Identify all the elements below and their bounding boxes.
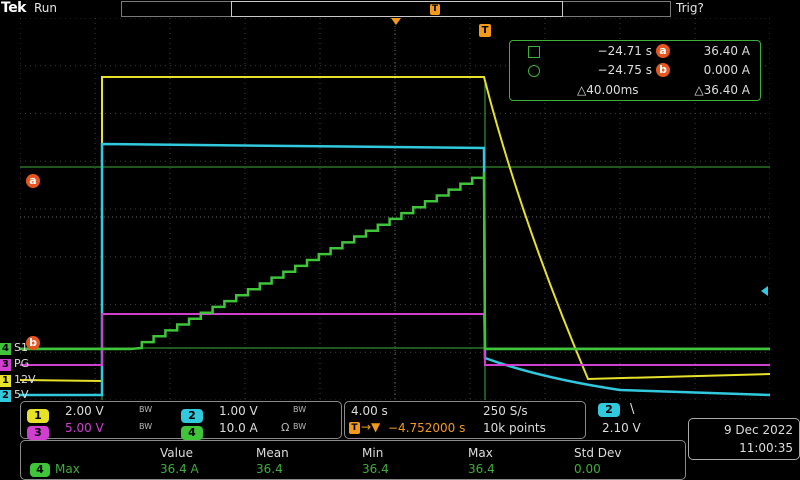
bandwidth-limit-icon: BW (293, 405, 307, 414)
date: 9 Dec 2022 (723, 423, 793, 437)
bandwidth-limit-icon: BW (293, 422, 307, 431)
trigger-position-marker: T (430, 4, 440, 15)
delta-value: △36.40 A (694, 83, 750, 97)
cursor-readout-row-1: −24.71 s a 36.40 A (528, 44, 758, 60)
meas-channel-badge: 4 (30, 463, 50, 477)
arrow-right-icon: →▼ (361, 420, 381, 434)
channel-label-1[interactable]: 1 12V (0, 374, 36, 387)
meas-header-stddev: Std Dev (574, 446, 622, 460)
meas-stddev: 0.00 (574, 462, 601, 476)
channel-label-2[interactable]: 2 5V (0, 389, 29, 402)
meas-header-max: Max (468, 446, 493, 460)
meas-min: 36.4 (362, 462, 389, 476)
horizontal-settings-panel[interactable]: 4.00 s 250 S/s T →▼ −4.752000 s 10k poin… (344, 401, 586, 439)
cursor-a-marker[interactable]: a (26, 169, 40, 188)
time-per-div: 4.00 s (351, 404, 388, 418)
meas-mean: 36.4 (256, 462, 283, 476)
trigger-point-icon: T (479, 24, 491, 37)
channel-label-4[interactable]: 4 S1 (0, 342, 28, 355)
trigger-level: 2.10 V (602, 421, 641, 435)
cursor-b-badge: b (656, 63, 670, 77)
datetime-panel: 9 Dec 2022 11:00:35 (688, 418, 800, 460)
record-view-window[interactable] (231, 1, 563, 17)
vertical-setting-ch2[interactable]: 2 1.00 V BW (181, 404, 331, 423)
cursor-b-marker[interactable]: b (26, 331, 40, 350)
meas-header-mean: Mean (256, 446, 289, 460)
trace-ch2-5v (20, 142, 770, 397)
trigger-settings-panel[interactable]: 2 \ 2.10 V (588, 401, 684, 437)
trigger-level-arrow-icon[interactable] (761, 286, 768, 296)
vertical-settings-panel[interactable]: 1 2.00 V BW 2 1.00 V BW 3 5.00 V BW 4 10.0 A BW Ω (20, 401, 342, 440)
meas-max: 36.4 (468, 462, 495, 476)
bandwidth-limit-icon: BW (139, 405, 153, 414)
top-status-bar: Tek Run T Trig? (0, 0, 800, 18)
vertical-setting-ch3[interactable]: 3 5.00 V BW (27, 421, 177, 440)
circle-cursor-icon (528, 65, 540, 77)
meas-header-value: Value (160, 446, 193, 460)
record-length: 10k points (483, 421, 546, 435)
run-state[interactable]: Run (34, 1, 57, 15)
bandwidth-limit-icon: BW (139, 422, 153, 431)
termination-icon: Ω (281, 421, 290, 434)
horizontal-center-arrow-icon (391, 18, 401, 25)
cursor-a-badge: a (656, 44, 670, 58)
channel-label-3[interactable]: 3 PG (0, 358, 29, 371)
time: 11:00:35 (739, 441, 793, 455)
trigger-status: Trig? (676, 1, 704, 15)
horizontal-position-icon: T (349, 422, 360, 434)
trigger-source-badge: 2 (598, 403, 620, 417)
tek-logo: Tek (1, 0, 27, 16)
meas-header-min: Min (362, 446, 384, 460)
delta-time: △40.00ms (577, 83, 639, 97)
meas-value: 36.4 A (160, 462, 199, 476)
cursor-readout-row-2: −24.75 s b 0.000 A (528, 63, 758, 79)
horizontal-position: −4.752000 s (388, 421, 466, 435)
square-cursor-icon (528, 46, 540, 58)
vertical-setting-ch4[interactable]: 4 10.0 A BW Ω (181, 421, 331, 440)
meas-name: Max (55, 462, 80, 476)
vertical-setting-ch1[interactable]: 1 2.00 V BW (27, 404, 177, 423)
sample-rate: 250 S/s (483, 404, 528, 418)
trace-ch3-pg (20, 313, 770, 366)
cursor-readout-panel[interactable]: −24.71 s a 36.40 A −24.75 s b 0.000 A △4… (509, 40, 761, 101)
falling-slope-icon: \ (630, 402, 635, 417)
